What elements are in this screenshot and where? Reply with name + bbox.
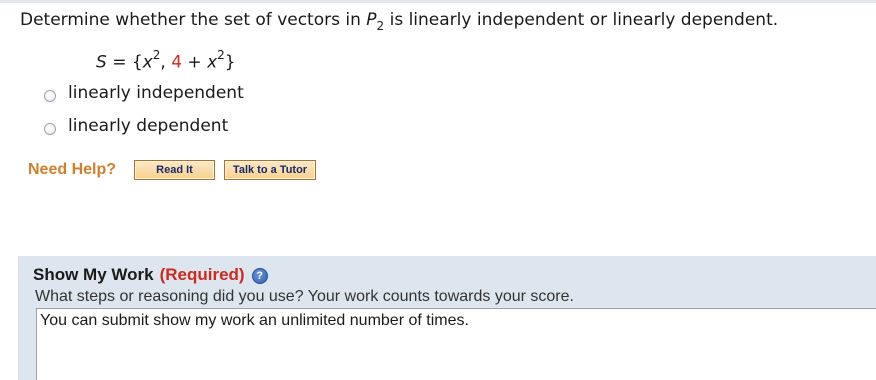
set-close: } — [224, 52, 236, 73]
question-text: Determine whether the set of vectors in … — [20, 10, 779, 33]
option-label: linearly independent — [68, 83, 244, 103]
vector-set-expression: S = {x2, 4 + x2} — [96, 48, 236, 73]
help-question-icon[interactable]: ? — [251, 268, 268, 284]
vector2-plus: + — [182, 52, 208, 73]
set-label: S — [96, 52, 107, 73]
show-my-work-textarea[interactable]: You can submit show my work an unlimited… — [36, 308, 876, 380]
set-separator: , — [160, 52, 172, 73]
show-my-work-description: What steps or reasoning did you use? You… — [35, 288, 574, 305]
read-it-button[interactable]: Read It — [134, 160, 215, 180]
question-prefix: Determine whether the set of vectors in — [20, 10, 367, 30]
top-divider — [0, 0, 876, 3]
radio-button[interactable] — [44, 90, 56, 102]
vector2-exponent: 2 — [217, 48, 225, 62]
required-label: (Required) — [159, 265, 245, 284]
show-my-work-label: Show My Work — [33, 265, 154, 284]
vector2-base: x — [207, 52, 218, 73]
question-suffix: is linearly independent or linearly depe… — [384, 10, 779, 30]
vector1-base: x — [142, 52, 153, 73]
space-subscript: 2 — [376, 19, 385, 33]
radio-button[interactable] — [44, 123, 56, 135]
show-my-work-panel: Show My Work (Required) ? What steps or … — [18, 256, 876, 380]
space-letter: P — [366, 10, 377, 30]
option-linearly-independent[interactable]: linearly independent — [44, 83, 244, 103]
vector2-constant: 4 — [171, 52, 183, 73]
set-equals: = { — [106, 52, 143, 73]
option-label: linearly dependent — [68, 116, 229, 136]
option-linearly-dependent[interactable]: linearly dependent — [44, 116, 228, 136]
talk-to-tutor-button[interactable]: Talk to a Tutor — [224, 160, 316, 180]
need-help-label: Need Help? — [28, 161, 117, 178]
vector1-exponent: 2 — [152, 48, 161, 62]
show-my-work-title: Show My Work (Required) ? — [33, 265, 268, 285]
